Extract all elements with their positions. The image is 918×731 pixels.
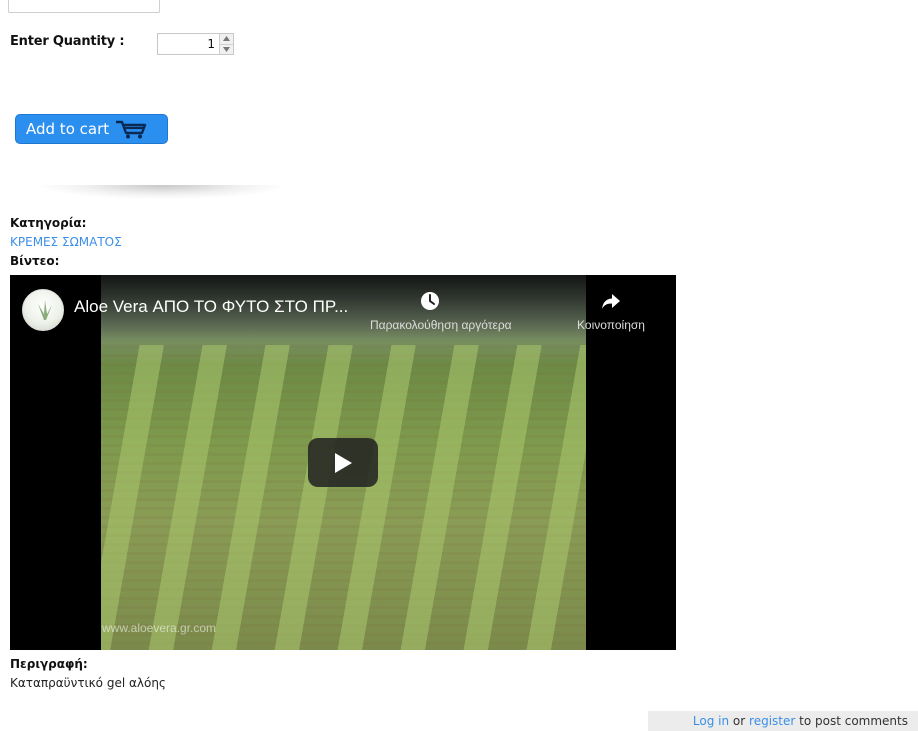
category-link[interactable]: ΚΡΕΜΕΣ ΣΩΜΑΤΟΣ [10,235,122,249]
watch-later-button[interactable]: Παρακολούθηση αργότερα [370,291,512,332]
share-button[interactable]: Κοινοποίηση [566,291,656,332]
video-scene [101,345,586,650]
video-title[interactable]: Aloe Vera ΑΠΟ ΤΟ ΦΥΤΟ ΣΤΟ ΠΡ... [74,297,348,317]
video-player[interactable]: www.aloevera.gr.com Aloe Vera ΑΠΟ ΤΟ ΦΥΤ… [10,275,676,650]
add-to-cart-label: Add to cart [26,120,110,138]
description-label: Περιγραφή: [10,657,88,671]
quantity-decrement-button[interactable] [220,43,233,54]
post-comments-text: to post comments [799,714,908,728]
video-label: Βίντεο: [10,254,60,268]
chevron-down-icon [223,46,230,52]
category-label: Κατηγορία: [10,216,87,230]
play-button[interactable] [308,438,378,487]
share-label: Κοινοποίηση [577,318,645,332]
play-icon [335,452,352,473]
divider-shadow [40,185,285,199]
share-arrow-icon [602,294,620,309]
description-text: Καταπραϋντικό gel αλόης [10,676,166,690]
clock-icon [421,292,439,310]
video-watermark: www.aloevera.gr.com [102,621,217,635]
aloe-logo-icon [38,300,52,320]
top-select-field[interactable] [8,0,160,13]
channel-avatar[interactable] [22,289,64,331]
register-link[interactable]: register [749,714,795,728]
quantity-label: Enter Quantity : [10,34,125,49]
or-text: or [732,714,746,728]
cart-icon [116,120,147,139]
comments-login-bar: Log in or register to post comments [648,711,918,731]
add-to-cart-button[interactable]: Add to cart [15,114,168,144]
quantity-stepper[interactable] [157,33,234,55]
chevron-up-icon [223,36,230,42]
watch-later-label: Παρακολούθηση αργότερα [370,318,512,332]
quantity-input[interactable] [158,34,219,54]
quantity-increment-button[interactable] [220,34,233,44]
login-link[interactable]: Log in [693,714,729,728]
quantity-arrows [219,34,233,54]
